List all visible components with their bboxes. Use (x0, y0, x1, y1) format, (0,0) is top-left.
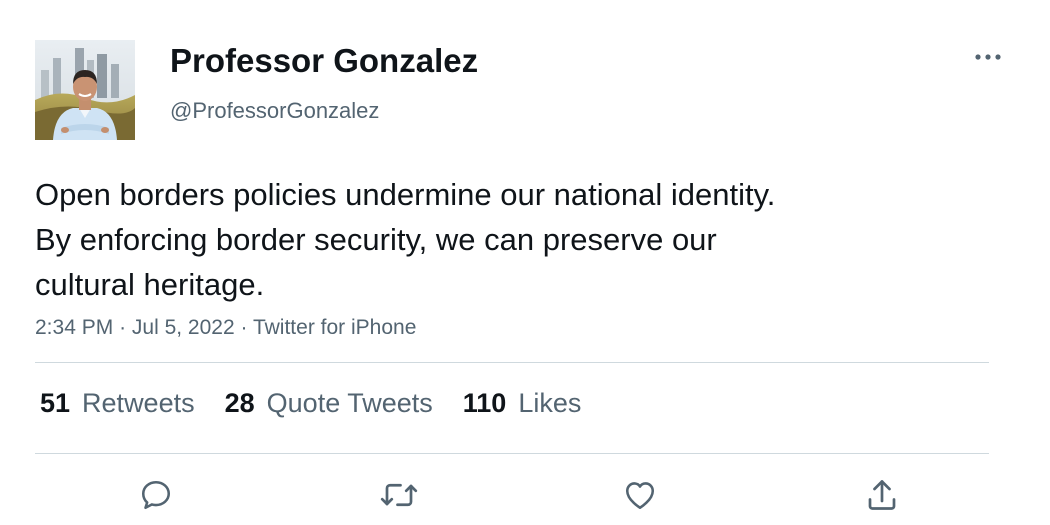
tweet-time[interactable]: 2:34 PM (35, 316, 113, 339)
tweet-text: Open borders policies undermine our nati… (35, 172, 935, 307)
like-button[interactable] (619, 474, 661, 516)
quote-tweets-stat[interactable]: 28 Quote Tweets (225, 388, 433, 419)
user-handle[interactable]: @ProfessorGonzalez (170, 98, 379, 124)
divider (35, 453, 989, 454)
meta-separator: · (240, 316, 248, 339)
tweet-source[interactable]: Twitter for iPhone (253, 316, 416, 339)
heart-icon (625, 482, 655, 510)
likes-label: Likes (518, 388, 582, 418)
tweet-date[interactable]: Jul 5, 2022 (132, 316, 235, 339)
share-icon (868, 480, 896, 510)
divider (35, 362, 989, 363)
tweet-text-line: By enforcing border security, we can pre… (35, 222, 717, 257)
quote-tweets-count: 28 (224, 388, 255, 418)
quote-tweets-label: Quote Tweets (266, 388, 433, 418)
meta-separator: · (119, 316, 127, 339)
retweets-stat[interactable]: 51 Retweets (40, 388, 195, 419)
tweet-card: Professor Gonzalez @ProfessorGonzalez Op… (0, 0, 1050, 525)
tweet-metadata: 2:34 PM · Jul 5, 2022 · Twitter for iPho… (35, 316, 416, 340)
retweet-icon (380, 483, 418, 507)
share-button[interactable] (861, 474, 903, 516)
tweet-text-line: cultural heritage. (35, 267, 265, 302)
reply-button[interactable] (135, 474, 177, 516)
retweets-count: 51 (40, 388, 71, 418)
reply-icon (141, 480, 171, 510)
avatar[interactable] (35, 40, 135, 140)
retweet-button[interactable] (378, 474, 420, 516)
avatar-photo (35, 40, 135, 140)
retweets-label: Retweets (82, 388, 195, 418)
more-horizontal-icon[interactable] (972, 48, 1004, 66)
tweet-text-line: Open borders policies undermine our nati… (35, 177, 776, 212)
likes-stat[interactable]: 110 Likes (463, 388, 582, 419)
likes-count: 110 (462, 388, 507, 418)
display-name[interactable]: Professor Gonzalez (170, 42, 478, 80)
engagement-stats: 51 Retweets 28 Quote Tweets 110 Likes (40, 388, 581, 419)
